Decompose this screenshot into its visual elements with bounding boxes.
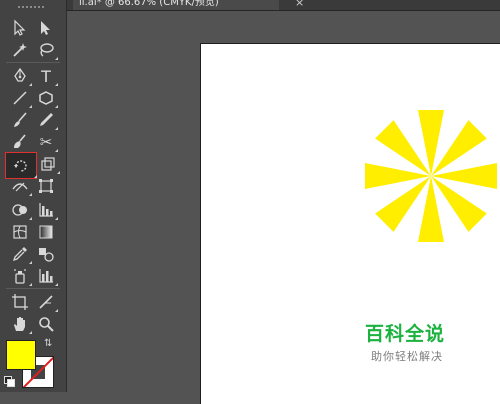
scale-tool-icon[interactable] <box>37 154 60 174</box>
selection-tool-icon[interactable] <box>9 18 31 38</box>
document-tab-bar: li.ai* @ 66.67% (CMYK/预览) × <box>67 0 500 11</box>
type-tool-icon[interactable]: T <box>35 66 58 86</box>
direct-selection-tool-icon[interactable] <box>35 18 57 38</box>
document-tab-title: li.ai* @ 66.67% (CMYK/预览) <box>79 0 219 8</box>
mesh-tool-icon[interactable] <box>9 222 31 242</box>
magic-wand-tool-icon[interactable] <box>9 40 31 60</box>
rotate-tool-icon[interactable] <box>5 152 37 179</box>
shape-builder-tool-icon[interactable] <box>9 200 32 220</box>
swap-fill-stroke-icon[interactable]: ⇅ <box>44 338 52 349</box>
gradient-tool-icon[interactable] <box>35 222 57 242</box>
width-tool-icon[interactable] <box>9 176 32 196</box>
slice-tool-icon[interactable] <box>35 292 58 312</box>
hand-tool-icon[interactable] <box>9 314 32 334</box>
scissors-tool-icon[interactable]: ✂ <box>35 132 58 152</box>
document-tab[interactable]: li.ai* @ 66.67% (CMYK/预览) <box>73 0 279 10</box>
tools-panel: T ✂ ⇅ <box>0 0 67 392</box>
watermark-subtitle: 助你轻松解决 <box>371 350 443 363</box>
blend-tool-icon[interactable] <box>35 244 57 264</box>
zoom-tool-icon[interactable] <box>35 314 57 334</box>
pen-tool-icon[interactable] <box>9 66 32 86</box>
polygon-tool-icon[interactable] <box>35 88 58 108</box>
watermark-title: 百科全说 <box>365 323 446 345</box>
default-colors-icon[interactable] <box>4 376 15 387</box>
symbol-sprayer-tool-icon[interactable] <box>9 266 32 286</box>
free-transform-tool-icon[interactable] <box>35 176 57 196</box>
pencil-tool-icon[interactable] <box>35 110 58 130</box>
fill-swatch[interactable] <box>6 340 36 370</box>
blob-brush-tool-icon[interactable] <box>9 132 31 152</box>
column-graph-tool-icon[interactable] <box>35 200 58 220</box>
close-tab-icon[interactable]: × <box>295 0 304 8</box>
lasso-tool-icon[interactable] <box>35 40 58 60</box>
pinwheel-shape[interactable] <box>361 106 500 246</box>
paintbrush-tool-icon[interactable] <box>9 110 31 130</box>
artboard-tool-icon[interactable] <box>9 292 31 312</box>
canvas-area[interactable]: 百科全说 助你轻松解决 <box>67 11 500 404</box>
artboard[interactable]: 百科全说 助你轻松解决 <box>200 43 500 404</box>
bar-graph-tool-icon[interactable] <box>35 266 58 286</box>
eyedropper-tool-icon[interactable] <box>9 244 32 264</box>
panel-grip[interactable] <box>18 6 44 10</box>
line-segment-tool-icon[interactable] <box>9 88 32 108</box>
